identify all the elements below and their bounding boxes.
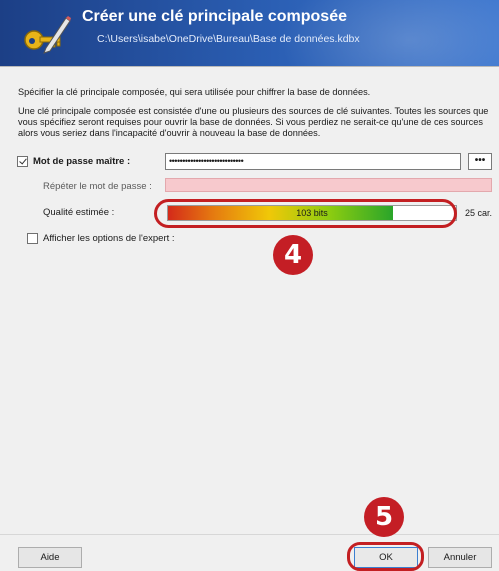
- master-password-label: Mot de passe maître :: [33, 156, 131, 167]
- database-path: C:\Users\isabe\OneDrive\Bureau\Base de d…: [97, 33, 360, 45]
- intro-text-1: Spécifier la clé principale composée, qu…: [18, 87, 371, 97]
- repeat-password-input[interactable]: [165, 178, 492, 192]
- help-button[interactable]: Aide: [18, 547, 82, 568]
- dialog-title: Créer une clé principale composée: [82, 8, 347, 25]
- step-4-badge: 4: [273, 235, 313, 275]
- master-password-checkbox[interactable]: [17, 156, 28, 167]
- reveal-password-button[interactable]: •••: [468, 153, 492, 170]
- quality-label: Qualité estimée :: [43, 207, 115, 218]
- step-5-badge: 5: [364, 497, 404, 537]
- key-pencil-icon: [24, 16, 71, 54]
- password-length: 25 car.: [465, 208, 493, 218]
- dialog-header: Créer une clé principale composée C:\Use…: [0, 0, 499, 66]
- cancel-button[interactable]: Annuler: [428, 547, 492, 568]
- header-separator: [0, 66, 499, 67]
- expert-options-label: Afficher les options de l'expert :: [43, 233, 175, 244]
- expert-options-checkbox[interactable]: [27, 233, 38, 244]
- repeat-password-label: Répéter le mot de passe :: [43, 181, 152, 192]
- intro-text-2: Une clé principale composée est consisté…: [18, 106, 489, 138]
- master-password-input[interactable]: ••••••••••••••••••••••••••••: [165, 153, 461, 170]
- ok-highlight-oval: [347, 542, 424, 571]
- button-bar-separator: [0, 534, 499, 535]
- quality-highlight-oval: [154, 199, 457, 228]
